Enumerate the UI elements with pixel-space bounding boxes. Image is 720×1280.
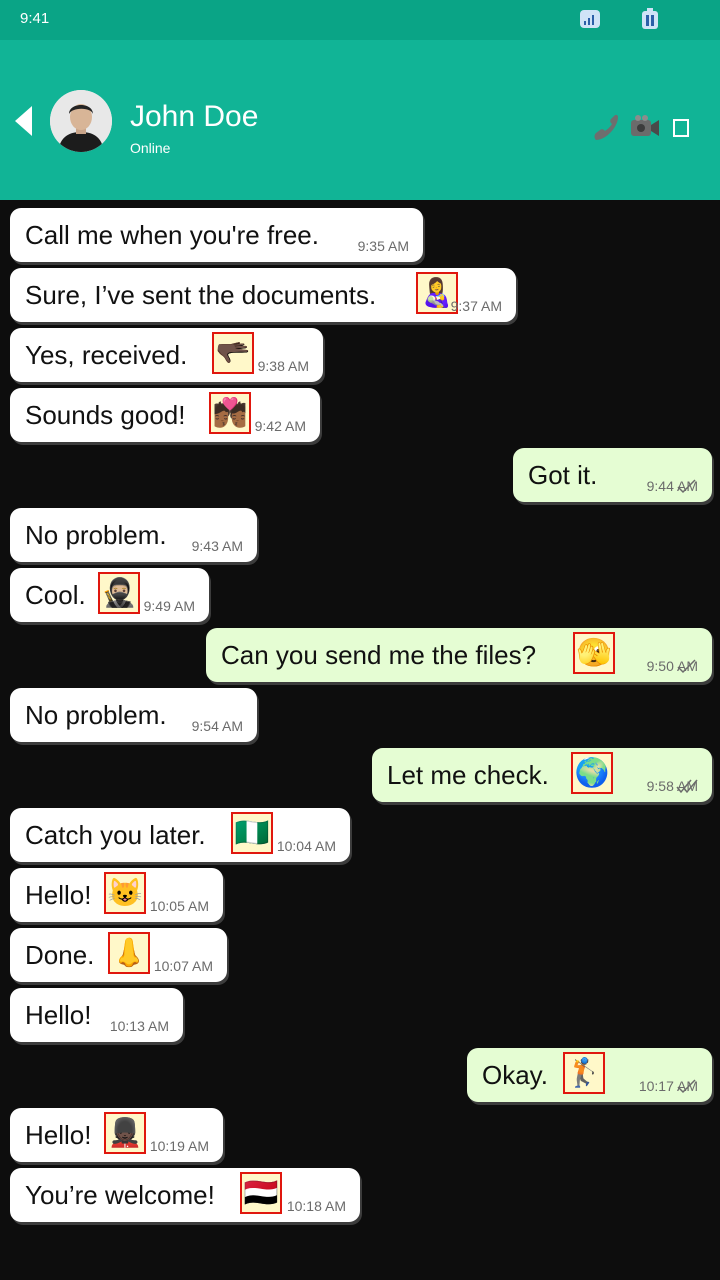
more-options-icon[interactable] xyxy=(673,119,689,137)
message-text: Can you send me the files? xyxy=(221,640,537,670)
signal-icon xyxy=(580,10,600,28)
message-text: Yes, received. xyxy=(25,340,188,370)
outgoing-message[interactable]: Okay. 🏌️ 10:17 AM xyxy=(467,1048,712,1102)
contact-name: John Doe xyxy=(130,100,259,133)
outgoing-message[interactable]: Got it. 9:44 AM xyxy=(513,448,712,502)
incoming-message[interactable]: Hello! 💂🏿 10:19 AM xyxy=(10,1108,223,1162)
incoming-message[interactable]: No problem. 9:43 AM xyxy=(10,508,257,562)
read-receipt-icon xyxy=(677,659,696,674)
incoming-message[interactable]: No problem. 9:54 AM xyxy=(10,688,257,742)
emoji-image: 🇳🇬 xyxy=(231,812,273,854)
outgoing-message[interactable]: Let me check. 🌍 9:58 AM xyxy=(372,748,712,802)
incoming-message[interactable]: Sounds good! 💏🏾 9:42 AM xyxy=(10,388,320,442)
emoji-image: 🫣 xyxy=(573,632,615,674)
incoming-message[interactable]: Sure, I’ve sent the documents. 👩‍🍼 9:37 … xyxy=(10,268,516,322)
avatar-image xyxy=(50,90,112,152)
message-text: Hello! xyxy=(25,880,92,910)
message-text: Sounds good! xyxy=(25,400,186,430)
message-text: Hello! xyxy=(25,1120,92,1150)
chat-header: John Doe Online xyxy=(0,40,720,200)
message-time: 10:07 AM xyxy=(153,958,213,974)
emoji-image: 👃 xyxy=(108,932,150,974)
emoji-image: 💂🏿 xyxy=(104,1112,146,1154)
message-text: Hello! xyxy=(25,1000,92,1030)
message-time: 9:42 AM xyxy=(254,418,306,434)
message-time: 9:54 AM xyxy=(191,718,243,734)
emoji-image: 🌍 xyxy=(571,752,613,794)
phone-icon[interactable] xyxy=(590,113,620,143)
message-text: Okay. xyxy=(482,1060,548,1090)
double-tick-icon xyxy=(676,779,698,794)
incoming-message[interactable]: Hello! 😺 10:05 AM xyxy=(10,868,223,922)
contact-status: Online xyxy=(130,140,171,156)
video-camera-icon[interactable] xyxy=(630,114,660,140)
message-list[interactable]: Call me when you're free. 9:35 AM Sure, … xyxy=(0,200,720,1280)
message-time: 9:49 AM xyxy=(143,598,195,614)
battery-icon xyxy=(642,8,658,29)
message-time: 10:05 AM xyxy=(149,898,209,914)
message-text: Cool. xyxy=(25,580,86,610)
message-text: Let me check. xyxy=(387,760,549,790)
outgoing-message[interactable]: Can you send me the files? 🫣 9:50 AM xyxy=(206,628,712,682)
message-text: Got it. xyxy=(528,460,598,490)
message-text: Catch you later. xyxy=(25,820,206,850)
emoji-image: 🇾🇪 xyxy=(240,1172,282,1214)
message-time: 10:19 AM xyxy=(149,1138,209,1154)
message-text: No problem. xyxy=(25,700,167,730)
emoji-image: 😺 xyxy=(104,872,146,914)
status-time: 9:41 xyxy=(20,10,50,27)
message-text: You’re welcome! xyxy=(25,1180,215,1210)
incoming-message[interactable]: You’re welcome! 🇾🇪 10:18 AM xyxy=(10,1168,360,1222)
message-time: 9:37 AM xyxy=(450,298,502,314)
message-text: Done. xyxy=(25,940,95,970)
message-time: 10:13 AM xyxy=(109,1018,169,1034)
incoming-message[interactable]: Catch you later. 🇳🇬 10:04 AM xyxy=(10,808,350,862)
message-time: 9:43 AM xyxy=(191,538,243,554)
emoji-image: 🫳🏿 xyxy=(212,332,254,374)
message-time: 9:38 AM xyxy=(257,358,309,374)
message-text: Call me when you're free. xyxy=(25,220,319,250)
message-time: 9:35 AM xyxy=(357,238,409,254)
emoji-image: 🏌️ xyxy=(563,1052,605,1094)
status-bar: 9:41 xyxy=(0,0,720,40)
avatar[interactable] xyxy=(50,90,112,152)
read-receipt-icon xyxy=(677,1079,696,1094)
message-text: Sure, I’ve sent the documents. xyxy=(25,280,377,310)
message-text: No problem. xyxy=(25,520,167,550)
incoming-message[interactable]: Yes, received. 🫳🏿 9:38 AM xyxy=(10,328,323,382)
incoming-message[interactable]: Cool. 🥷🏼 9:49 AM xyxy=(10,568,209,622)
read-receipt-icon xyxy=(677,479,696,494)
emoji-image: 🥷🏼 xyxy=(98,572,140,614)
message-time: 10:18 AM xyxy=(286,1198,346,1214)
back-arrow-icon[interactable] xyxy=(12,104,34,138)
incoming-message[interactable]: Hello! 10:13 AM xyxy=(10,988,183,1042)
emoji-image: 💏🏾 xyxy=(209,392,251,434)
message-time: 10:04 AM xyxy=(276,838,336,854)
incoming-message[interactable]: Call me when you're free. 9:35 AM xyxy=(10,208,423,262)
incoming-message[interactable]: Done. 👃 10:07 AM xyxy=(10,928,227,982)
